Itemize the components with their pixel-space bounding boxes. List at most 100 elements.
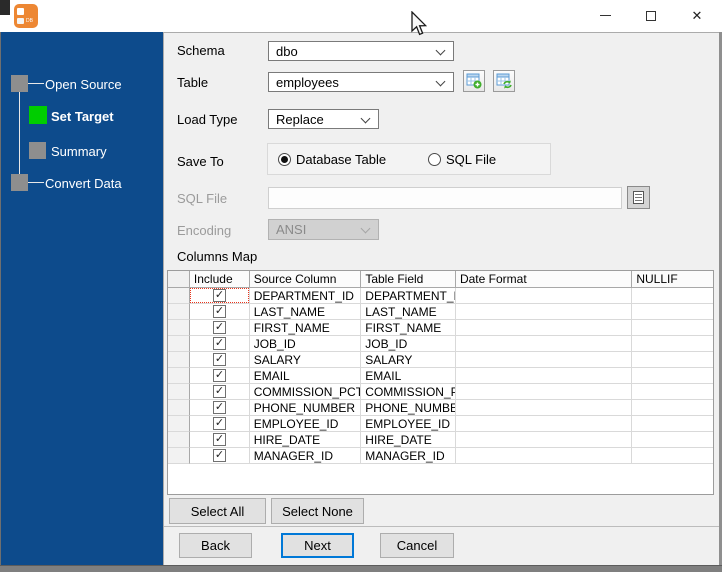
close-button[interactable]: ✕ <box>674 0 720 31</box>
include-checkbox[interactable] <box>212 384 226 398</box>
nullif-cell[interactable] <box>632 368 713 384</box>
column-header-include[interactable]: Include <box>189 271 250 288</box>
date-format-cell[interactable] <box>455 400 633 416</box>
source-column-cell: COMMISSION_PCT <box>249 384 362 400</box>
back-button[interactable]: Back <box>179 533 252 558</box>
row-selector[interactable] <box>168 352 190 368</box>
date-format-cell[interactable] <box>455 416 633 432</box>
include-cell[interactable] <box>189 320 250 336</box>
row-selector[interactable] <box>168 400 190 416</box>
source-column-cell: EMPLOYEE_ID <box>249 416 362 432</box>
table-field-cell: LAST_NAME <box>361 304 456 320</box>
sql-file-label: SQL File <box>177 191 228 206</box>
row-selector[interactable] <box>168 384 190 400</box>
column-header-table-field[interactable]: Table Field <box>361 271 456 288</box>
load-type-value: Replace <box>276 111 324 127</box>
date-format-cell[interactable] <box>455 368 633 384</box>
sidebar-item-summary[interactable]: Summary <box>51 144 107 159</box>
nullif-cell[interactable] <box>632 384 713 400</box>
mouse-cursor <box>410 10 429 43</box>
table-label: Table <box>177 75 209 90</box>
nullif-cell[interactable] <box>632 400 713 416</box>
date-format-cell[interactable] <box>455 448 633 464</box>
row-selector[interactable] <box>168 432 190 448</box>
date-format-cell[interactable] <box>455 288 633 304</box>
radio-database-table[interactable]: Database Table <box>278 152 386 167</box>
date-format-cell[interactable] <box>455 432 633 448</box>
browse-sql-file-button[interactable] <box>627 186 650 209</box>
minimize-button[interactable] <box>582 0 628 31</box>
window-border[interactable] <box>0 565 722 572</box>
row-selector[interactable] <box>168 368 190 384</box>
date-format-cell[interactable] <box>455 304 633 320</box>
row-selector[interactable] <box>168 320 190 336</box>
select-none-button[interactable]: Select None <box>271 498 364 524</box>
include-cell[interactable] <box>189 400 250 416</box>
table-select[interactable]: employees <box>268 72 454 92</box>
include-cell[interactable] <box>189 448 250 464</box>
include-checkbox[interactable] <box>212 416 226 430</box>
include-cell[interactable] <box>189 368 250 384</box>
table-field-cell: FIRST_NAME <box>361 320 456 336</box>
row-selector[interactable] <box>168 288 190 304</box>
nullif-cell[interactable] <box>632 336 713 352</box>
include-cell[interactable] <box>189 336 250 352</box>
include-checkbox[interactable] <box>212 288 226 302</box>
include-checkbox[interactable] <box>212 352 226 366</box>
include-cell[interactable] <box>189 288 250 304</box>
select-all-button[interactable]: Select All <box>169 498 266 524</box>
nullif-cell[interactable] <box>632 304 713 320</box>
nullif-cell[interactable] <box>632 416 713 432</box>
sidebar-item-convert-data[interactable]: Convert Data <box>45 176 122 191</box>
nullif-cell[interactable] <box>632 288 713 304</box>
sidebar-item-set-target[interactable]: Set Target <box>51 109 114 124</box>
create-table-button[interactable] <box>463 70 485 92</box>
include-cell[interactable] <box>189 384 250 400</box>
nullif-cell[interactable] <box>632 448 713 464</box>
table-row: COMMISSION_PCT COMMISSION_PC <box>168 384 713 400</box>
date-format-cell[interactable] <box>455 352 633 368</box>
include-cell[interactable] <box>189 352 250 368</box>
include-checkbox[interactable] <box>212 336 226 350</box>
row-selector[interactable] <box>168 336 190 352</box>
save-to-group: Database Table SQL File <box>267 143 551 175</box>
table-refresh-icon <box>496 73 512 89</box>
row-selector[interactable] <box>168 416 190 432</box>
titlebar[interactable]: DB ✕ <box>0 0 722 32</box>
include-cell[interactable] <box>189 416 250 432</box>
include-checkbox[interactable] <box>212 400 226 414</box>
maximize-button[interactable] <box>628 0 674 31</box>
column-header-source-column[interactable]: Source Column <box>249 271 362 288</box>
nullif-cell[interactable] <box>632 320 713 336</box>
include-checkbox[interactable] <box>212 320 226 334</box>
include-cell[interactable] <box>189 432 250 448</box>
include-checkbox[interactable] <box>212 368 226 382</box>
row-selector[interactable] <box>168 304 190 320</box>
schema-select[interactable]: dbo <box>268 41 454 61</box>
include-checkbox[interactable] <box>212 432 226 446</box>
include-cell[interactable] <box>189 304 250 320</box>
column-header-nullif[interactable]: NULLIF <box>632 271 713 288</box>
next-button[interactable]: Next <box>281 533 354 558</box>
date-format-cell[interactable] <box>455 384 633 400</box>
date-format-cell[interactable] <box>455 320 633 336</box>
radio-button-icon[interactable] <box>278 153 291 166</box>
date-format-cell[interactable] <box>455 336 633 352</box>
load-type-select[interactable]: Replace <box>268 109 379 129</box>
wizard-steps-sidebar: Open Source Set Target Summary Convert D… <box>1 32 163 565</box>
nullif-cell[interactable] <box>632 432 713 448</box>
table-row: SALARY SALARY <box>168 352 713 368</box>
column-header-date-format[interactable]: Date Format <box>455 271 633 288</box>
refresh-tables-button[interactable] <box>493 70 515 92</box>
document-icon <box>633 191 644 204</box>
cancel-button[interactable]: Cancel <box>380 533 454 558</box>
include-checkbox[interactable] <box>212 304 226 318</box>
radio-sql-file-label: SQL File <box>446 152 497 167</box>
include-checkbox[interactable] <box>212 448 226 462</box>
step-connector-line <box>19 84 20 183</box>
radio-button-icon[interactable] <box>428 153 441 166</box>
radio-sql-file[interactable]: SQL File <box>428 152 496 167</box>
sidebar-item-open-source[interactable]: Open Source <box>45 77 122 92</box>
row-selector[interactable] <box>168 448 190 464</box>
nullif-cell[interactable] <box>632 352 713 368</box>
